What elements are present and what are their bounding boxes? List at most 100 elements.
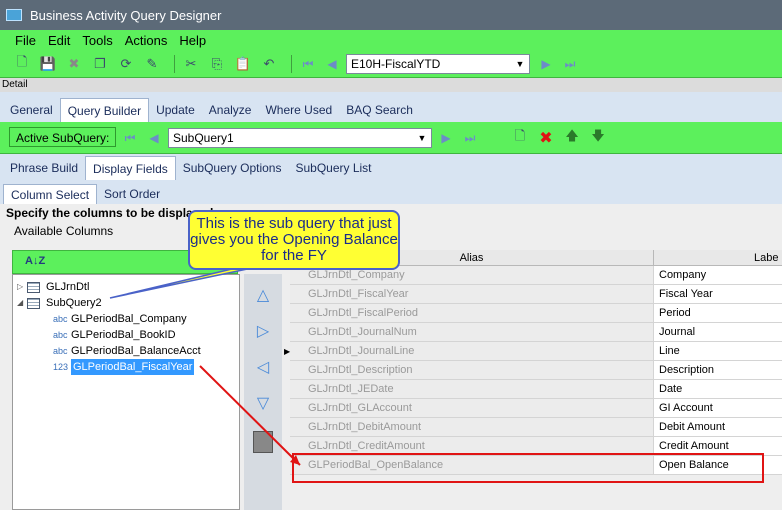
alias-cell[interactable]: GLJrnDtl_FiscalYear	[290, 285, 654, 303]
menu-help[interactable]: Help	[178, 33, 207, 48]
delete-subquery-icon[interactable]: ✖	[536, 128, 556, 148]
tab-subquery-list[interactable]: SubQuery List	[288, 156, 378, 180]
alias-cell[interactable]: GLJrnDtl_JournalNum	[290, 323, 654, 341]
move-up-icon[interactable]: 🡅	[562, 128, 582, 148]
highlight-box	[292, 453, 764, 483]
table-row[interactable]: GLJrnDtl_DebitAmount Debit Amount	[290, 418, 782, 437]
subquery-combo[interactable]: SubQuery1 ▼	[168, 128, 432, 148]
label-cell[interactable]: Company	[654, 266, 782, 284]
menu-edit[interactable]: Edit	[47, 33, 71, 48]
tab-query-builder[interactable]: Query Builder	[59, 98, 150, 122]
move-up-button[interactable]: △	[250, 282, 276, 308]
table-row[interactable]: GLJrnDtl_FiscalYear Fiscal Year	[290, 285, 782, 304]
move-buttons-column: △ ▷ ◁ ▽	[244, 274, 282, 510]
prev-subquery-icon[interactable]: ◀	[144, 128, 164, 148]
table-row[interactable]: GLJrnDtl_Description Description	[290, 361, 782, 380]
app-icon	[6, 9, 22, 21]
current-row-icon: ▶	[284, 347, 291, 356]
paste-icon[interactable]: 📋	[233, 54, 253, 74]
tab-column-select[interactable]: Column Select	[3, 184, 98, 204]
active-subquery-label: Active SubQuery:	[9, 127, 117, 147]
label-cell[interactable]: Line	[654, 342, 782, 360]
alias-cell[interactable]: GLJrnDtl_JEDate	[290, 380, 654, 398]
delete-icon[interactable]: ✖	[64, 54, 84, 74]
expand-icon[interactable]: ▷	[17, 279, 27, 295]
tab-phrase-build[interactable]: Phrase Build	[3, 156, 85, 180]
alias-cell[interactable]: GLJrnDtl_DebitAmount	[290, 418, 654, 436]
tree-field[interactable]: abc GLPeriodBal_BalanceAcct	[53, 343, 201, 359]
tab-analyze[interactable]: Analyze	[202, 98, 259, 122]
tab-baq-search[interactable]: BAQ Search	[339, 98, 420, 122]
tab-where-used[interactable]: Where Used	[258, 98, 339, 122]
tab-subquery-options[interactable]: SubQuery Options	[176, 156, 289, 180]
move-down-icon[interactable]: 🡇	[588, 128, 608, 148]
prev-record-icon[interactable]: ◀	[322, 54, 342, 74]
undo-icon[interactable]: ↶	[259, 54, 279, 74]
first-record-icon[interactable]: ⏮	[298, 54, 318, 74]
last-record-icon[interactable]: ⏭	[560, 54, 580, 74]
label-cell[interactable]: Description	[654, 361, 782, 379]
menu-actions[interactable]: Actions	[124, 33, 169, 48]
tab-sort-order[interactable]: Sort Order	[97, 184, 167, 204]
menu-tools[interactable]: Tools	[81, 33, 113, 48]
alias-cell[interactable]: GLJrnDtl_GLAccount	[290, 399, 654, 417]
label-cell[interactable]: GI Account	[654, 399, 782, 417]
table-row[interactable]: ▶ GLJrnDtl_JournalLine Line	[284, 342, 782, 361]
new-subquery-icon[interactable]: 🗋	[510, 128, 530, 148]
alias-cell[interactable]: GLJrnDtl_FiscalPeriod	[290, 304, 654, 322]
first-subquery-icon[interactable]: ⏮	[120, 128, 140, 148]
alias-cell[interactable]: GLJrnDtl_Description	[290, 361, 654, 379]
tab-update[interactable]: Update	[149, 98, 202, 122]
copy2-icon[interactable]: ⎘	[207, 54, 227, 74]
label-cell[interactable]: Journal	[654, 323, 782, 341]
clear-icon[interactable]: ✎	[142, 54, 162, 74]
move-down-button[interactable]: ▽	[250, 390, 276, 416]
tree-field[interactable]: abc GLPeriodBal_Company	[53, 311, 187, 327]
calculator-icon[interactable]	[253, 431, 273, 453]
tree-node[interactable]: ◢ SubQuery2	[17, 295, 102, 311]
label-cell[interactable]: Fiscal Year	[654, 285, 782, 303]
toolbar-divider	[174, 55, 175, 73]
label-cell[interactable]: Date	[654, 380, 782, 398]
label-column-header[interactable]: Labe	[654, 250, 778, 265]
table-icon	[27, 281, 40, 293]
next-subquery-icon[interactable]: ▶	[436, 128, 456, 148]
detail-bar: Detail	[0, 78, 782, 92]
new-icon[interactable]: 🗋	[12, 54, 32, 74]
menu-file[interactable]: File	[14, 33, 37, 48]
refresh-icon[interactable]: ⟳	[116, 54, 136, 74]
chevron-down-icon[interactable]: ▼	[513, 57, 527, 71]
table-row[interactable]: GLJrnDtl_GLAccount GI Account	[290, 399, 782, 418]
query-id-combo[interactable]: E10H-FiscalYTD ▼	[346, 54, 530, 74]
annotation-callout: This is the sub query that just gives yo…	[188, 210, 400, 270]
next-record-icon[interactable]: ▶	[536, 54, 556, 74]
sort-az-icon[interactable]: A↓Z	[25, 255, 45, 267]
table-row[interactable]: GLJrnDtl_FiscalPeriod Period	[290, 304, 782, 323]
last-subquery-icon[interactable]: ⏭	[460, 128, 480, 148]
label-cell[interactable]: Period	[654, 304, 782, 322]
toolbar-divider	[291, 55, 292, 73]
tree-field-selected[interactable]: 123 GLPeriodBal_FiscalYear	[53, 359, 195, 375]
cut-icon[interactable]: ✂	[181, 54, 201, 74]
collapse-icon[interactable]: ◢	[17, 295, 27, 311]
menu-bar: File Edit Tools Actions Help	[14, 33, 207, 48]
table-row[interactable]: GLJrnDtl_JEDate Date	[290, 380, 782, 399]
tree-field[interactable]: abc GLPeriodBal_BookID	[53, 327, 176, 343]
copy-icon[interactable]: ❐	[90, 54, 110, 74]
tree-node[interactable]: ▷ GLJrnDtl	[17, 279, 89, 295]
table-row[interactable]: GLJrnDtl_JournalNum Journal	[290, 323, 782, 342]
subquery-bar: Active SubQuery: ⏮ ◀ SubQuery1 ▼ ▶ ⏭ 🗋 ✖…	[0, 122, 782, 154]
label-cell[interactable]: Debit Amount	[654, 418, 782, 436]
tab-display-fields[interactable]: Display Fields	[85, 156, 176, 180]
chevron-down-icon[interactable]: ▼	[415, 131, 429, 145]
tab-general[interactable]: General	[3, 98, 60, 122]
add-column-button[interactable]: ▷	[250, 318, 276, 344]
subquery-value: SubQuery1	[173, 131, 234, 145]
detail-label: Detail	[2, 79, 28, 90]
available-columns-tree[interactable]: ▷ GLJrnDtl ◢ SubQuery2 abc GLPeriodBal_C…	[12, 274, 240, 510]
remove-column-button[interactable]: ◁	[250, 354, 276, 380]
type-tag: 123	[53, 362, 69, 372]
save-icon[interactable]: 💾	[38, 54, 58, 74]
alias-cell[interactable]: GLJrnDtl_JournalLine	[290, 342, 654, 360]
main-toolbar: 🗋 💾 ✖ ❐ ⟳ ✎ ✂ ⎘ 📋 ↶ ⏮ ◀ E10H-FiscalYTD ▼…	[12, 52, 584, 76]
